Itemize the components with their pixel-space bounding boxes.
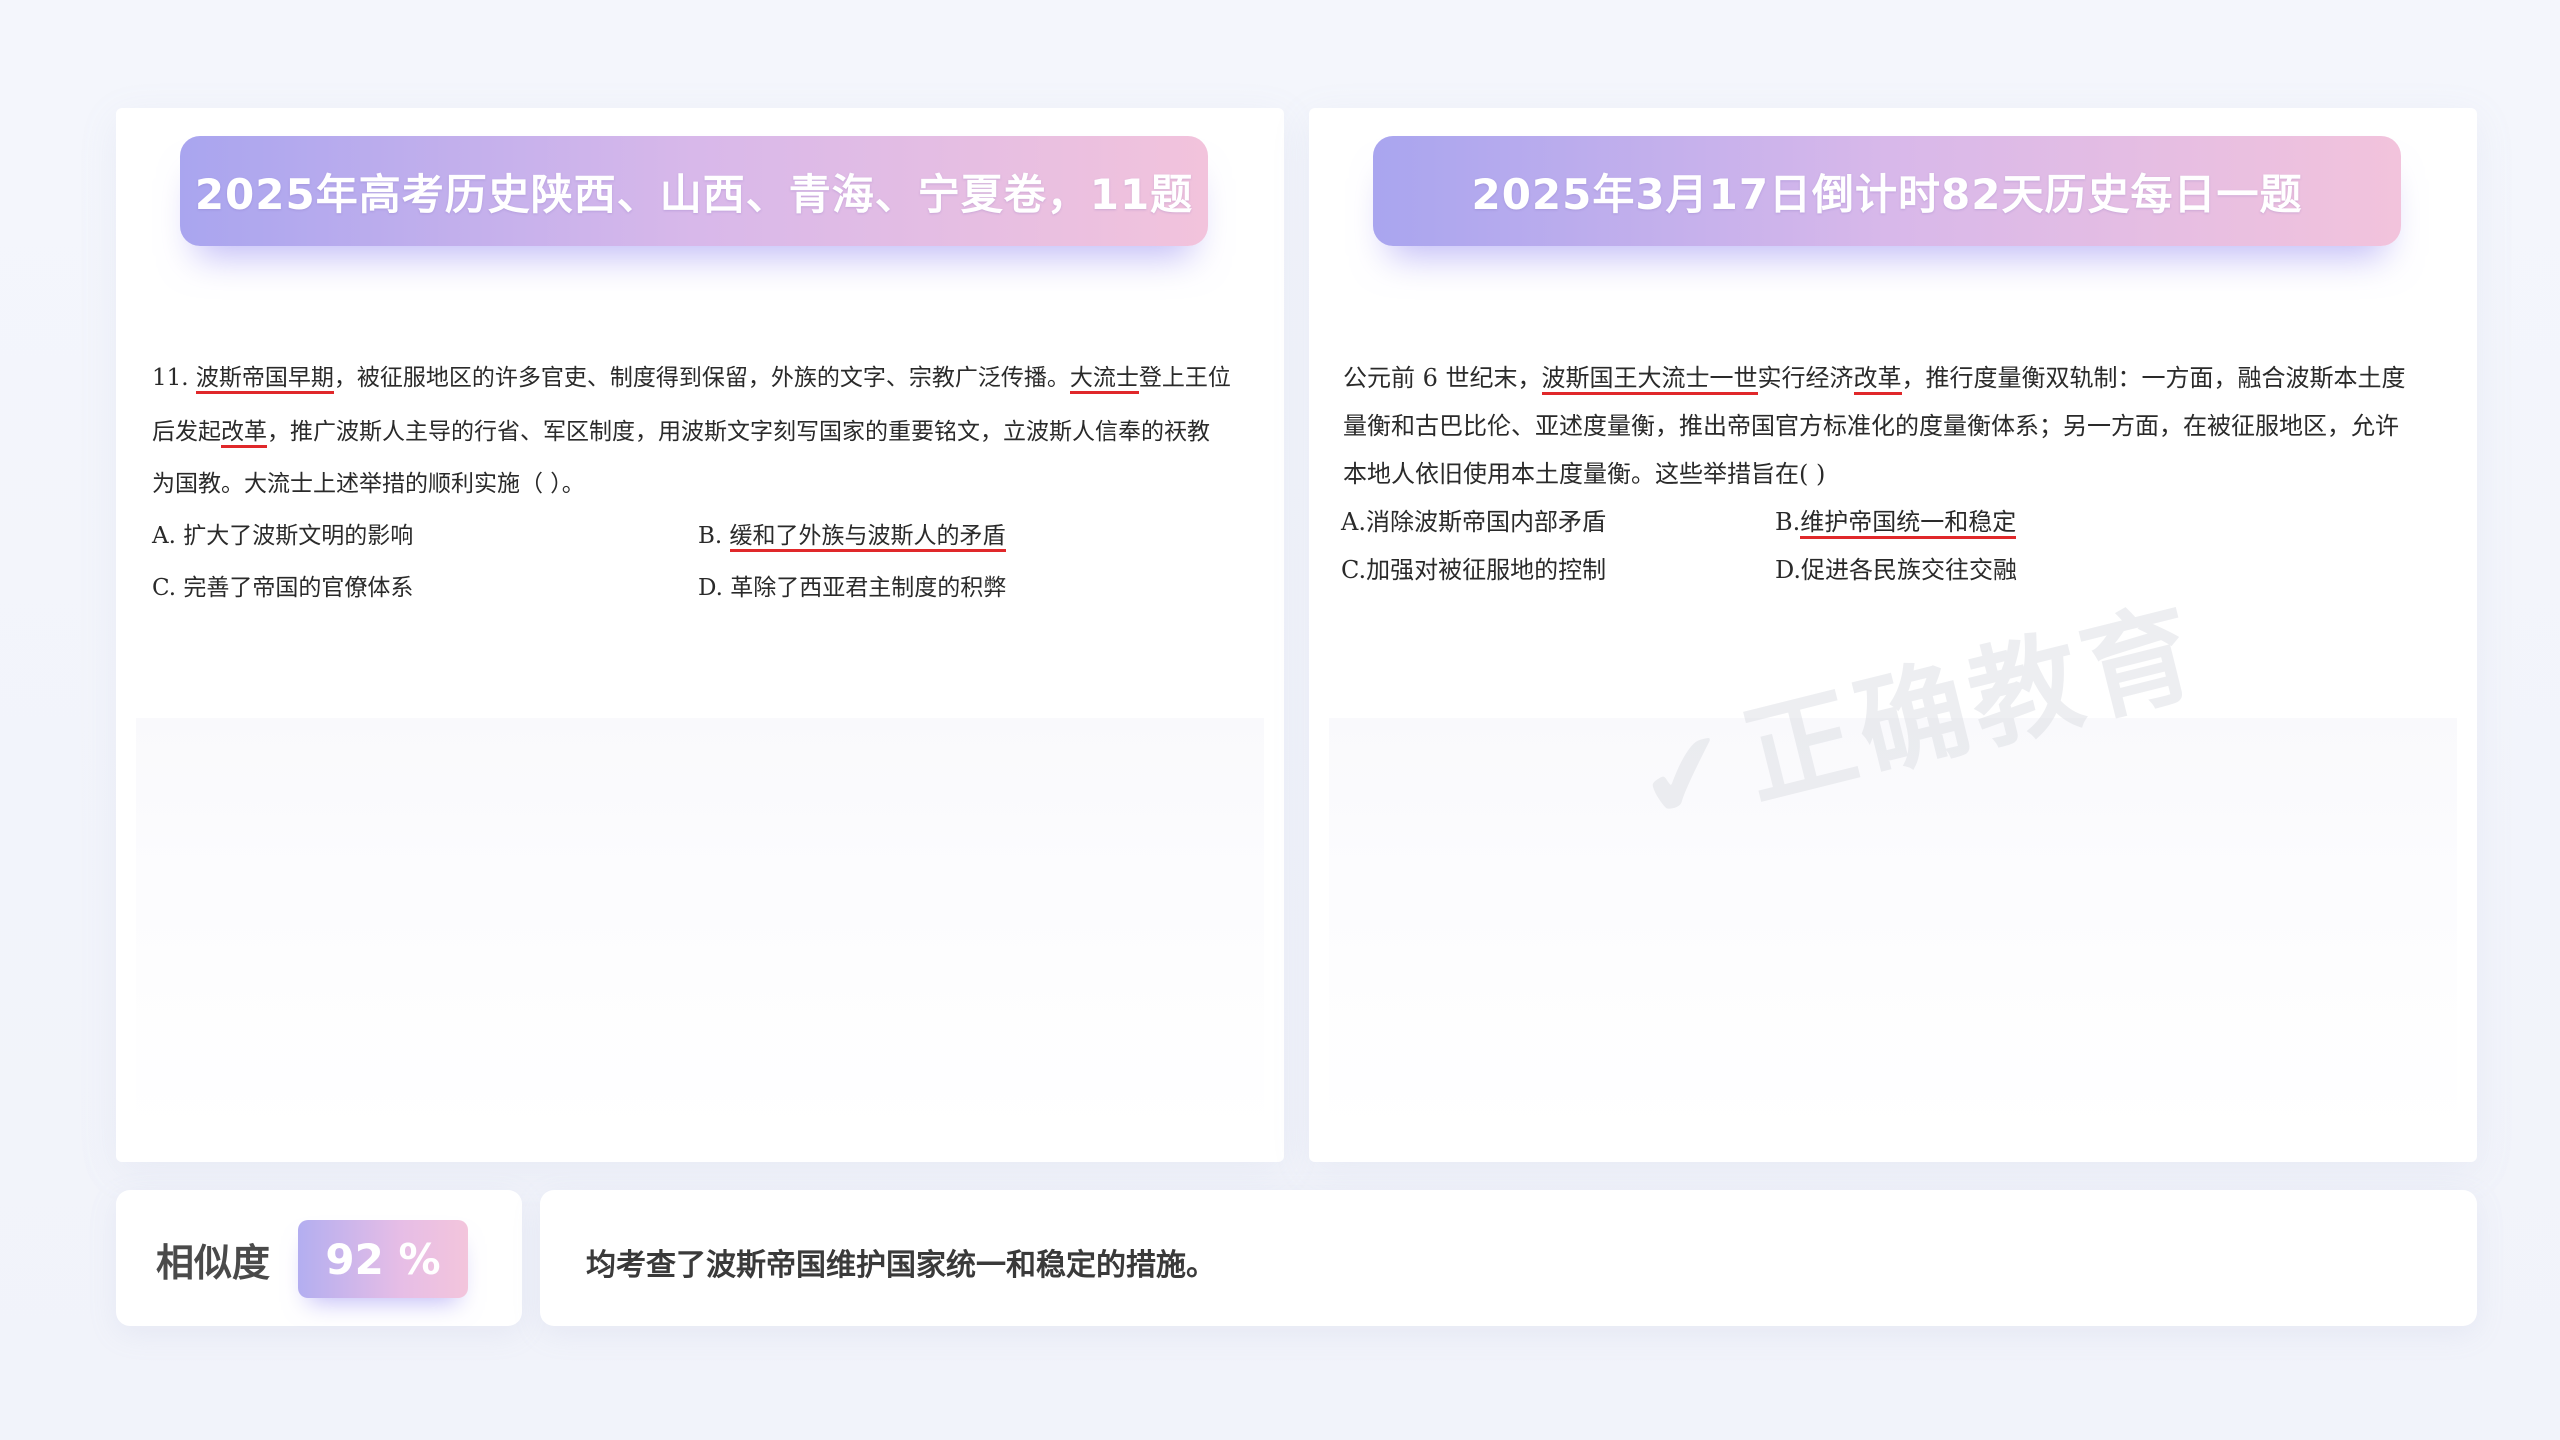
right-question-line-2: 量衡和古巴比伦、亚述度量衡，推出帝国官方标准化的度量衡体系；另一方面，在被征服地… xyxy=(1343,412,2399,440)
right-option-d: D.促进各民族交往交融 xyxy=(1775,556,2018,584)
right-question-line-3: 本地人依旧使用本土度量衡。这些举措旨在( ) xyxy=(1343,460,1826,488)
similarity-label: 相似度 xyxy=(156,1241,271,1285)
underline-mark: 维护帝国统一和稳定 xyxy=(1800,508,2017,539)
left-question-line-3: 为国教。大流士上述举措的顺利实施（ ）。 xyxy=(152,471,585,497)
left-option-d: D. 革除了西亚君主制度的积弊 xyxy=(698,575,1007,601)
right-title-banner: 2025年3月17日倒计时82天历史每日一题 xyxy=(1373,136,2401,246)
similarity-card: 相似度 92 % xyxy=(116,1190,522,1326)
right-title: 2025年3月17日倒计时82天历史每日一题 xyxy=(1471,169,2303,219)
underline-mark: 改革 xyxy=(1853,364,1902,395)
left-title: 2025年高考历史陕西、山西、青海、宁夏卷，11题 xyxy=(194,169,1194,219)
left-option-b: B. 缓和了外族与波斯人的矛盾 xyxy=(698,516,1006,552)
left-question-line-1: 11. 波斯帝国早期，被征服地区的许多官吏、制度得到保留，外族的文字、宗教广泛传… xyxy=(152,358,1231,394)
left-option-c: C. 完善了帝国的官僚体系 xyxy=(152,575,414,601)
right-option-b: B.维护帝国统一和稳定 xyxy=(1775,502,2017,539)
left-question-image: 11. 波斯帝国早期，被征服地区的许多官吏、制度得到保留，外族的文字、宗教广泛传… xyxy=(136,336,1264,716)
underline-mark: 缓和了外族与波斯人的矛盾 xyxy=(729,523,1006,552)
similarity-value-badge: 92 % xyxy=(298,1220,468,1298)
left-question-panel: 2025年高考历史陕西、山西、青海、宁夏卷，11题 11. 波斯帝国早期，被征服… xyxy=(116,108,1284,1162)
right-option-a: A.消除波斯帝国内部矛盾 xyxy=(1341,508,1606,536)
left-title-banner: 2025年高考历史陕西、山西、青海、宁夏卷，11题 xyxy=(180,136,1208,246)
underline-mark: 改革 xyxy=(221,419,267,448)
right-option-c: C.加强对被征服地的控制 xyxy=(1341,556,1607,584)
comparison-stage: 2025年高考历史陕西、山西、青海、宁夏卷，11题 11. 波斯帝国早期，被征服… xyxy=(0,0,2560,1440)
left-question-line-2: 后发起改革，推广波斯人主导的行省、军区制度，用波斯文字刻写国家的重要铭文，立波斯… xyxy=(152,412,1210,448)
underline-mark: 波斯帝国早期 xyxy=(195,365,334,394)
underline-mark: 大流士 xyxy=(1069,365,1139,394)
description-card: 均考查了波斯帝国维护国家统一和稳定的措施。 xyxy=(540,1190,2477,1326)
right-question-panel: 2025年3月17日倒计时82天历史每日一题 公元前 6 世纪末，波斯国王大流士… xyxy=(1309,108,2477,1162)
underline-mark: 波斯国王大流士一世 xyxy=(1541,364,1758,395)
description-text: 均考查了波斯帝国维护国家统一和稳定的措施。 xyxy=(586,1248,1216,1283)
right-question-line-1: 公元前 6 世纪末，波斯国王大流士一世实行经济改革，推行度量衡双轨制：一方面，融… xyxy=(1343,358,2406,395)
left-option-a: A. 扩大了波斯文明的影响 xyxy=(152,523,414,549)
left-empty-area xyxy=(136,718,1264,1138)
